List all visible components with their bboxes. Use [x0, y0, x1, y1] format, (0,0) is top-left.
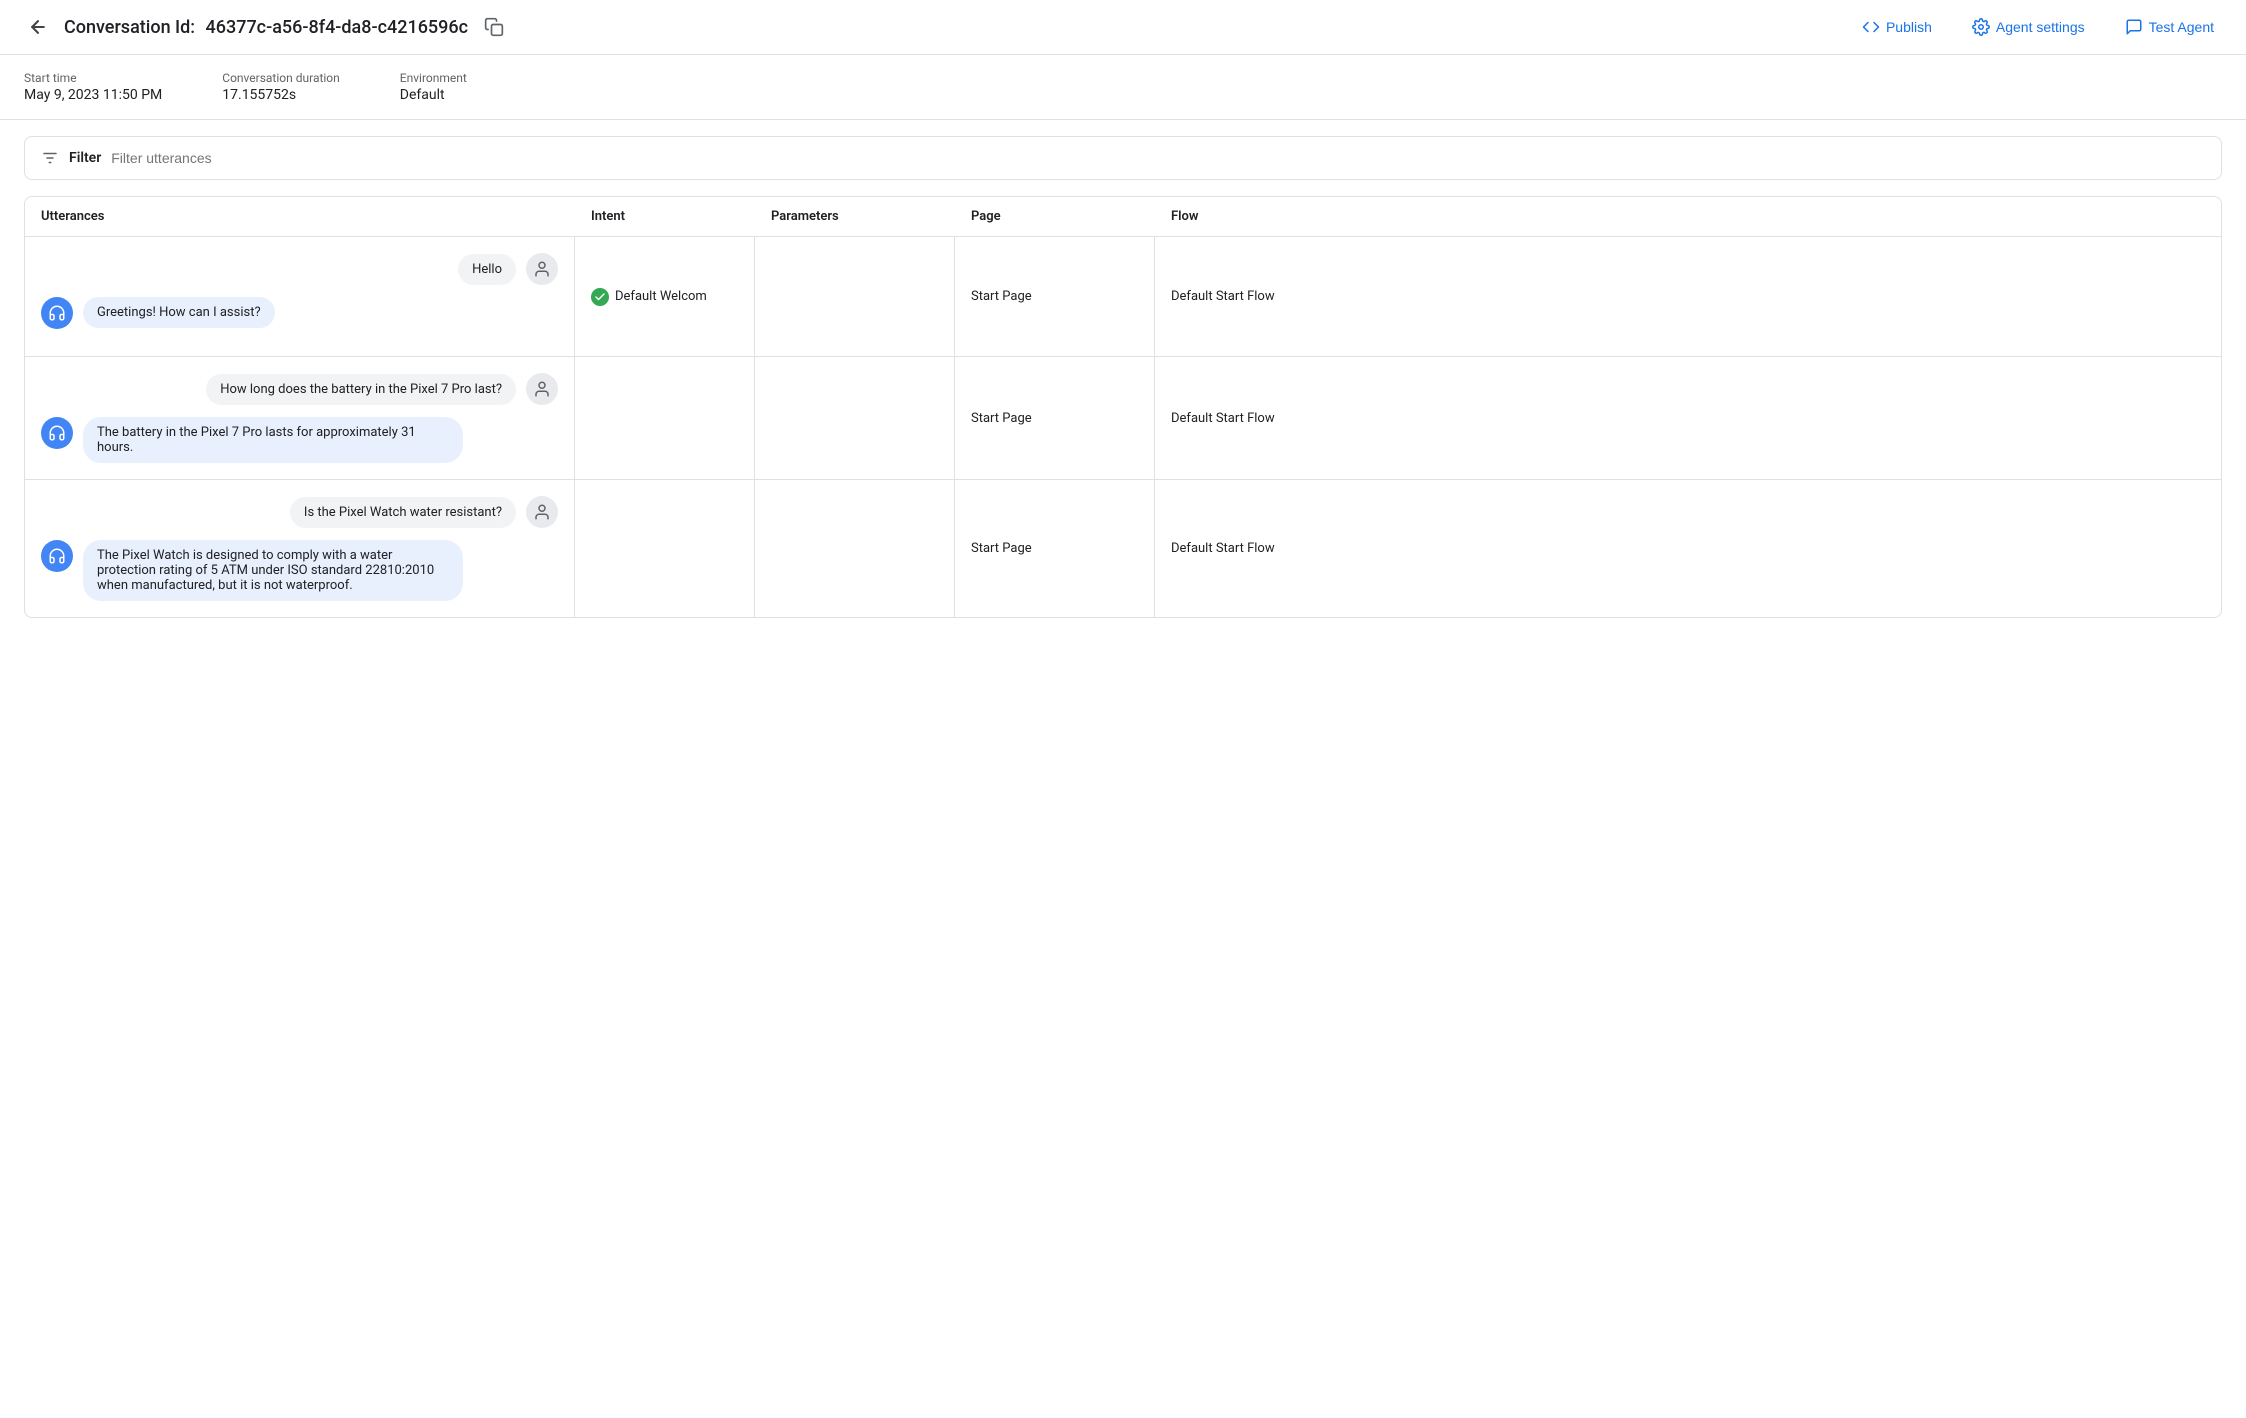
header-actions: Publish Agent settings Test Agent	[1854, 12, 2222, 42]
user-message-row-2: How long does the battery in the Pixel 7…	[41, 373, 558, 405]
conversation-id-value: 46377c-a56-8f4-da8-c4216596c	[206, 17, 468, 38]
utterances-cell-3: Is the Pixel Watch water resistant?	[25, 480, 575, 617]
header-flow: Flow	[1171, 209, 2205, 224]
table-row: Hello Greetings! How can I assist	[25, 237, 2221, 357]
user-message-row-3: Is the Pixel Watch water resistant?	[41, 496, 558, 528]
table-header: Utterances Intent Parameters Page Flow	[25, 197, 2221, 237]
agent-avatar-3	[41, 540, 73, 572]
duration-label: Conversation duration	[222, 71, 340, 85]
user-bubble-3: Is the Pixel Watch water resistant?	[290, 497, 516, 528]
flow-cell-2: Default Start Flow	[1155, 357, 2221, 479]
meta-bar: Start time May 9, 2023 11:50 PM Conversa…	[0, 55, 2246, 120]
agent-avatar-2	[41, 417, 73, 449]
agent-message-row-3: The Pixel Watch is designed to comply wi…	[41, 540, 558, 601]
user-avatar-2	[526, 373, 558, 405]
user-bubble-2: How long does the battery in the Pixel 7…	[206, 374, 516, 405]
intent-cell-2	[575, 357, 755, 479]
filter-label: Filter	[69, 150, 101, 166]
conversation-id-label: Conversation Id: 46377c-a56-8f4-da8-c421…	[64, 17, 468, 38]
publish-label: Publish	[1886, 19, 1932, 35]
table-row: Is the Pixel Watch water resistant?	[25, 480, 2221, 617]
copy-button[interactable]	[480, 13, 508, 41]
header-page: Page	[971, 209, 1171, 224]
back-button[interactable]	[24, 13, 52, 41]
user-message-row-1: Hello	[41, 253, 558, 285]
conversation-table: Utterances Intent Parameters Page Flow H…	[24, 196, 2222, 618]
agent-bubble-2: The battery in the Pixel 7 Pro lasts for…	[83, 417, 463, 463]
params-cell-3	[755, 480, 955, 617]
start-time-label: Start time	[24, 71, 162, 85]
agent-message-row-1: Greetings! How can I assist?	[41, 297, 558, 329]
intent-cell-1: Default Welcom	[575, 237, 755, 356]
user-avatar-3	[526, 496, 558, 528]
agent-settings-button[interactable]: Agent settings	[1964, 12, 2093, 42]
intent-check-1	[591, 288, 609, 306]
intent-text-1: Default Welcom	[615, 289, 707, 304]
header-utterances: Utterances	[41, 209, 591, 224]
filter-icon	[41, 149, 59, 167]
filter-bar: Filter	[24, 136, 2222, 180]
flow-cell-1: Default Start Flow	[1155, 237, 2221, 356]
utterances-cell-1: Hello Greetings! How can I assist	[25, 237, 575, 356]
duration-value: 17.155752s	[222, 87, 340, 103]
page-cell-3: Start Page	[955, 480, 1155, 617]
test-agent-label: Test Agent	[2149, 19, 2214, 35]
meta-environment: Environment Default	[400, 71, 467, 103]
filter-input[interactable]	[111, 150, 2205, 166]
environment-label: Environment	[400, 71, 467, 85]
conversation-id-prefix: Conversation Id:	[64, 17, 195, 38]
agent-settings-label: Agent settings	[1996, 19, 2085, 35]
utterances-cell-2: How long does the battery in the Pixel 7…	[25, 357, 575, 479]
agent-bubble-3: The Pixel Watch is designed to comply wi…	[83, 540, 463, 601]
meta-start-time: Start time May 9, 2023 11:50 PM	[24, 71, 162, 103]
page-cell-1: Start Page	[955, 237, 1155, 356]
header-parameters: Parameters	[771, 209, 971, 224]
table-row: How long does the battery in the Pixel 7…	[25, 357, 2221, 480]
params-cell-1	[755, 237, 955, 356]
start-time-value: May 9, 2023 11:50 PM	[24, 87, 162, 103]
page-cell-2: Start Page	[955, 357, 1155, 479]
flow-cell-3: Default Start Flow	[1155, 480, 2221, 617]
intent-badge-1: Default Welcom	[591, 288, 707, 306]
agent-avatar-1	[41, 297, 73, 329]
publish-button[interactable]: Publish	[1854, 12, 1940, 42]
agent-message-row-2: The battery in the Pixel 7 Pro lasts for…	[41, 417, 558, 463]
agent-bubble-1: Greetings! How can I assist?	[83, 297, 275, 328]
meta-duration: Conversation duration 17.155752s	[222, 71, 340, 103]
header: Conversation Id: 46377c-a56-8f4-da8-c421…	[0, 0, 2246, 55]
environment-value: Default	[400, 87, 467, 103]
test-agent-button[interactable]: Test Agent	[2117, 12, 2222, 42]
user-avatar-1	[526, 253, 558, 285]
params-cell-2	[755, 357, 955, 479]
header-left: Conversation Id: 46377c-a56-8f4-da8-c421…	[24, 13, 1842, 41]
intent-cell-3	[575, 480, 755, 617]
user-bubble-1: Hello	[458, 254, 516, 285]
header-intent: Intent	[591, 209, 771, 224]
